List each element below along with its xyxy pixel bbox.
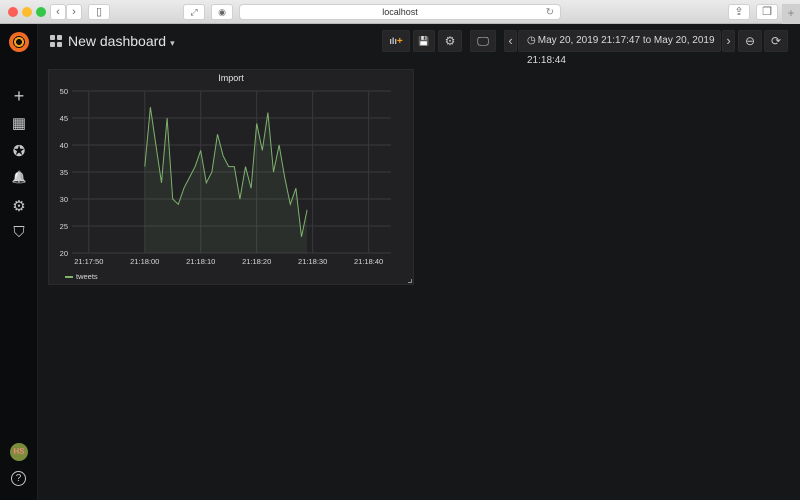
dashboard-grid-icon [50,35,62,47]
tabs-overview-button[interactable]: ❐ [756,4,778,20]
tabs-icon: ❐ [762,6,772,18]
time-range-picker[interactable]: ◷ May 20, 2019 21:17:47 to May 20, 2019 2… [518,30,721,66]
sidebar-item-dashboards[interactable]: ▦ [0,114,38,132]
shield-icon: ⛉ [13,224,25,241]
x-tick-label: 21:18:20 [242,257,271,266]
question-icon: ? [15,473,22,484]
graph-chart[interactable]: 20 25 30 35 40 45 50 21:17:50 21:18:00 21:18:10 21… [49,70,415,270]
x-tick-label: 21:18:10 [186,257,215,266]
legend-swatch [65,276,73,279]
dashboard-settings-button[interactable]: ⚙ [438,30,462,52]
y-tick-label: 25 [60,222,68,231]
url-text: localhost [382,7,418,17]
x-tick-label: 21:17:50 [74,257,103,266]
graph-panel[interactable]: Import 20 25 30 35 40 45 50 21:17:50 21:18:00 21:… [48,69,414,285]
time-shift-back-button[interactable]: ‹ [504,30,517,52]
sidebar-item-configuration[interactable]: ⚙ [0,197,38,215]
refresh-button[interactable]: ⟳ [764,30,788,52]
chevron-left-icon: ‹ [508,33,513,48]
x-tick-label: 21:18:40 [354,257,383,266]
maximize-window-button[interactable] [36,7,46,17]
compass-icon: ✪ [12,143,26,160]
forward-icon: › [72,6,76,18]
panel-resize-handle[interactable] [408,279,412,283]
back-icon: ‹ [56,6,60,18]
share-icon: ⇪ [734,6,744,18]
time-range-text: May 20, 2019 21:17:47 to May 20, 2019 21… [527,35,715,66]
user-avatar[interactable]: HS [10,443,28,461]
add-plus-icon: + [396,36,403,47]
privacy-button[interactable]: ◉ [211,4,233,20]
share-button[interactable]: ⇪ [728,4,750,20]
time-shift-forward-button[interactable]: › [722,30,735,52]
gear-icon: ⚙ [12,198,26,215]
privacy-icon: ◉ [218,7,226,17]
refresh-icon: ⟳ [770,34,782,48]
zoom-out-button[interactable]: ⊖ [738,30,762,52]
x-tick-label: 21:18:30 [298,257,327,266]
reload-icon[interactable]: ↻ [546,5,554,20]
sidebar-item-alerting[interactable]: 🔔 [0,170,38,184]
save-dashboard-button[interactable]: 💾 [413,30,435,52]
fullscreen-icon: ⤢ [190,7,198,17]
monitor-icon: 🖵 [477,34,489,48]
clock-icon: ◷ [527,35,536,46]
dashboard-title-button[interactable]: New dashboard ▾ [68,33,175,49]
fullscreen-button[interactable]: ⤢ [183,4,205,20]
save-icon: 💾 [418,36,430,46]
tv-mode-button[interactable]: 🖵 [470,30,496,52]
close-window-button[interactable] [8,7,18,17]
side-menu: + ▦ ✪ 🔔 ⚙ ⛉ HS ? [0,24,38,500]
y-tick-label: 35 [60,168,68,177]
legend-item-tweets[interactable]: tweets [65,272,98,281]
y-tick-label: 30 [60,195,68,204]
caret-down-icon: ▾ [170,38,175,48]
plus-icon: + [13,86,25,106]
bar-chart-icon: ılı [389,36,397,46]
sidebar-icon: ▯ [95,6,103,18]
series-area-tweets [144,107,308,253]
back-button[interactable]: ‹ [50,4,66,20]
new-tab-icon: + [787,6,795,20]
y-tick-label: 45 [60,114,68,123]
sidebar-item-explore[interactable]: ✪ [0,142,38,160]
sidebar-item-create[interactable]: + [0,86,38,107]
y-tick-label: 50 [60,87,68,96]
chevron-right-icon: › [726,33,731,48]
new-tab-button[interactable]: + [782,4,800,24]
help-button[interactable]: ? [11,471,26,486]
forward-button[interactable]: › [66,4,82,20]
legend-label: tweets [76,272,98,281]
grafana-logo-icon[interactable] [9,32,29,52]
dashboards-icon: ▦ [11,115,27,132]
y-tick-label: 40 [60,141,68,150]
minimize-window-button[interactable] [22,7,32,17]
zoom-out-icon: ⊖ [744,34,756,48]
gear-icon: ⚙ [444,34,456,48]
dashboard-title: New dashboard [68,33,167,49]
sidebar-item-server-admin[interactable]: ⛉ [0,224,38,241]
sidebar-toggle-button[interactable]: ▯ [88,4,110,20]
add-panel-button[interactable]: ılı+ [382,30,410,52]
address-bar[interactable]: localhost ↻ [239,4,561,20]
y-tick-label: 20 [60,249,68,258]
browser-toolbar: ‹ › ▯ ⤢ ◉ localhost ↻ ⇪ ❐ + [0,0,800,24]
bell-icon: 🔔 [11,170,27,184]
x-tick-label: 21:18:00 [130,257,159,266]
